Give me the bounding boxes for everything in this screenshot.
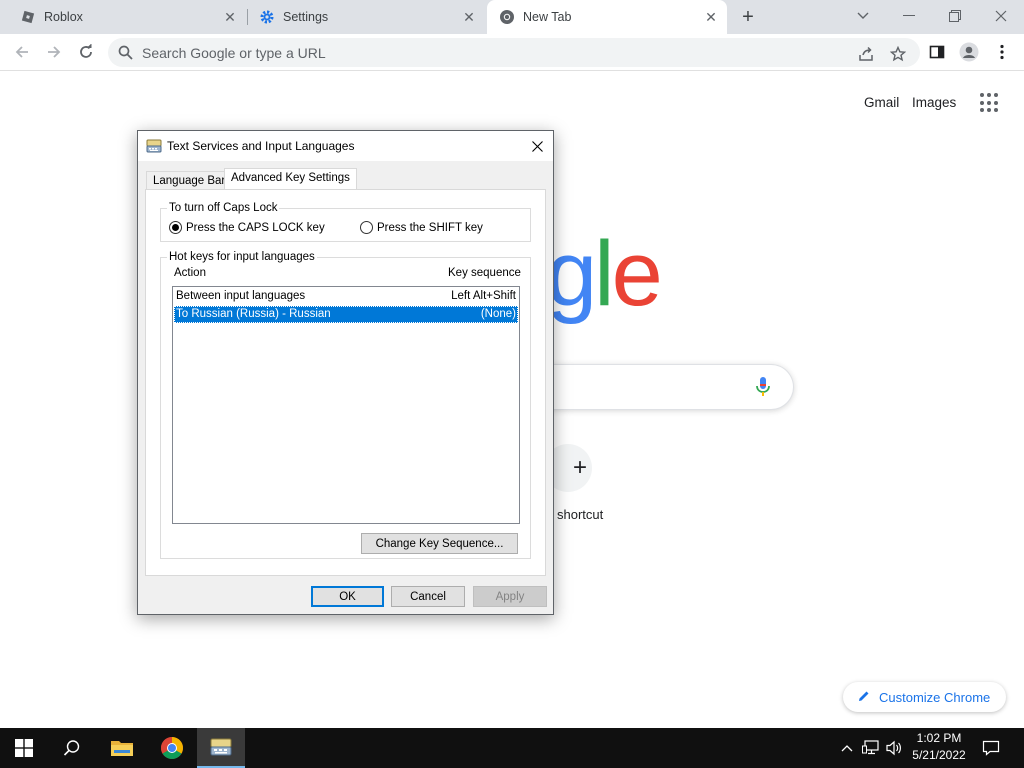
omnibox-placeholder: Search Google or type a URL bbox=[142, 45, 326, 61]
dialog-title: Text Services and Input Languages bbox=[167, 139, 355, 153]
close-window-button[interactable] bbox=[978, 0, 1024, 32]
search-icon bbox=[118, 45, 133, 65]
close-tab-icon[interactable]: ✕ bbox=[222, 9, 238, 25]
dialog-titlebar[interactable]: Text Services and Input Languages bbox=[138, 131, 553, 161]
restore-button[interactable] bbox=[932, 0, 978, 32]
change-key-sequence-button[interactable]: Change Key Sequence... bbox=[361, 533, 518, 554]
browser-toolbar: Search Google or type a URL bbox=[0, 34, 1024, 71]
customize-chrome-button[interactable]: Customize Chrome bbox=[843, 682, 1006, 712]
close-tab-icon[interactable]: ✕ bbox=[703, 9, 719, 25]
tab-title: Roblox bbox=[44, 10, 83, 24]
network-icon[interactable] bbox=[862, 738, 880, 758]
tab-strip: Roblox ✕ Settings ✕ New Tab ✕ + bbox=[0, 0, 1024, 34]
hotkeys-list[interactable]: Between input languages Left Alt+Shift T… bbox=[172, 286, 520, 524]
list-item[interactable]: To Russian (Russia) - Russian (None) bbox=[174, 306, 518, 323]
radio-caps-lock[interactable]: Press the CAPS LOCK key bbox=[169, 221, 325, 234]
microphone-icon[interactable] bbox=[754, 376, 772, 398]
radio-label: Press the SHIFT key bbox=[377, 221, 483, 234]
hotkeys-legend: Hot keys for input languages bbox=[167, 251, 317, 263]
column-header-action: Action bbox=[174, 267, 206, 279]
side-panel-icon[interactable] bbox=[925, 40, 949, 64]
plus-icon: + bbox=[572, 454, 587, 481]
gmail-link[interactable]: Gmail bbox=[864, 95, 899, 110]
tab-new-tab[interactable]: New Tab ✕ bbox=[487, 0, 727, 34]
taskbar-search-icon[interactable] bbox=[48, 728, 96, 768]
tab-language-bar[interactable]: Language Bar bbox=[146, 171, 233, 191]
close-tab-icon[interactable]: ✕ bbox=[461, 9, 477, 25]
notifications-icon[interactable] bbox=[982, 738, 1000, 758]
tab-panel: To turn off Caps Lock Press the CAPS LOC… bbox=[145, 189, 546, 576]
list-item-action: Between input languages bbox=[176, 290, 306, 302]
google-apps-icon[interactable] bbox=[980, 93, 1000, 113]
text-services-taskbar-icon[interactable] bbox=[197, 728, 245, 768]
customize-label: Customize Chrome bbox=[879, 689, 991, 705]
list-item-action: To Russian (Russia) - Russian bbox=[176, 308, 331, 320]
ok-button[interactable]: OK bbox=[311, 586, 384, 607]
start-button[interactable] bbox=[0, 728, 48, 768]
chrome-taskbar-icon[interactable] bbox=[148, 728, 196, 768]
file-explorer-icon[interactable] bbox=[98, 728, 146, 768]
radio-shift[interactable]: Press the SHIFT key bbox=[360, 221, 483, 234]
images-link[interactable]: Images bbox=[912, 95, 956, 110]
clock-time: 1:02 PM bbox=[916, 731, 962, 745]
gear-icon bbox=[259, 9, 275, 25]
list-item-sequence: (None) bbox=[480, 308, 516, 320]
system-clock[interactable]: 1:02 PM 5/21/2022 bbox=[905, 730, 973, 764]
tab-settings[interactable]: Settings ✕ bbox=[239, 0, 485, 34]
omnibox[interactable]: Search Google or type a URL bbox=[108, 38, 920, 67]
tab-search-icon[interactable] bbox=[840, 0, 886, 32]
logo-letter: l bbox=[594, 223, 615, 325]
radio-selected-icon bbox=[169, 221, 182, 234]
taskbar bbox=[0, 728, 1024, 768]
pencil-icon bbox=[857, 689, 871, 706]
bookmark-star-icon[interactable] bbox=[888, 44, 908, 64]
dialog-close-button[interactable] bbox=[525, 134, 549, 158]
google-logo: gle bbox=[546, 222, 663, 327]
share-icon[interactable] bbox=[856, 44, 876, 64]
back-button[interactable] bbox=[10, 40, 34, 64]
volume-icon[interactable] bbox=[886, 738, 904, 758]
text-services-dialog: Text Services and Input Languages Langua… bbox=[137, 130, 554, 615]
radio-label: Press the CAPS LOCK key bbox=[186, 221, 325, 234]
list-item-sequence: Left Alt+Shift bbox=[451, 290, 516, 302]
reload-button[interactable] bbox=[74, 40, 98, 64]
profile-avatar-icon[interactable] bbox=[957, 40, 981, 64]
forward-button[interactable] bbox=[42, 40, 66, 64]
tab-roblox[interactable]: Roblox ✕ bbox=[0, 0, 246, 34]
tab-title: Settings bbox=[283, 10, 329, 24]
cancel-button[interactable]: Cancel bbox=[391, 586, 465, 607]
show-hidden-icons-icon[interactable] bbox=[838, 738, 856, 758]
list-item[interactable]: Between input languages Left Alt+Shift bbox=[174, 288, 518, 305]
chrome-icon bbox=[499, 9, 515, 25]
tab-title: New Tab bbox=[523, 10, 572, 24]
keyboard-icon bbox=[146, 138, 162, 154]
chrome-menu-icon[interactable] bbox=[990, 40, 1014, 64]
clock-date: 5/21/2022 bbox=[912, 748, 966, 762]
logo-letter: e bbox=[611, 223, 663, 325]
caps-lock-legend: To turn off Caps Lock bbox=[167, 202, 280, 214]
tab-advanced-key-settings[interactable]: Advanced Key Settings bbox=[224, 168, 357, 190]
minimize-button[interactable] bbox=[886, 0, 932, 32]
shortcut-label: shortcut bbox=[557, 507, 604, 522]
roblox-icon bbox=[20, 9, 36, 25]
new-tab-button[interactable]: + bbox=[738, 7, 758, 27]
radio-unselected-icon bbox=[360, 221, 373, 234]
apply-button[interactable]: Apply bbox=[473, 586, 547, 607]
column-header-key-sequence: Key sequence bbox=[448, 267, 521, 279]
